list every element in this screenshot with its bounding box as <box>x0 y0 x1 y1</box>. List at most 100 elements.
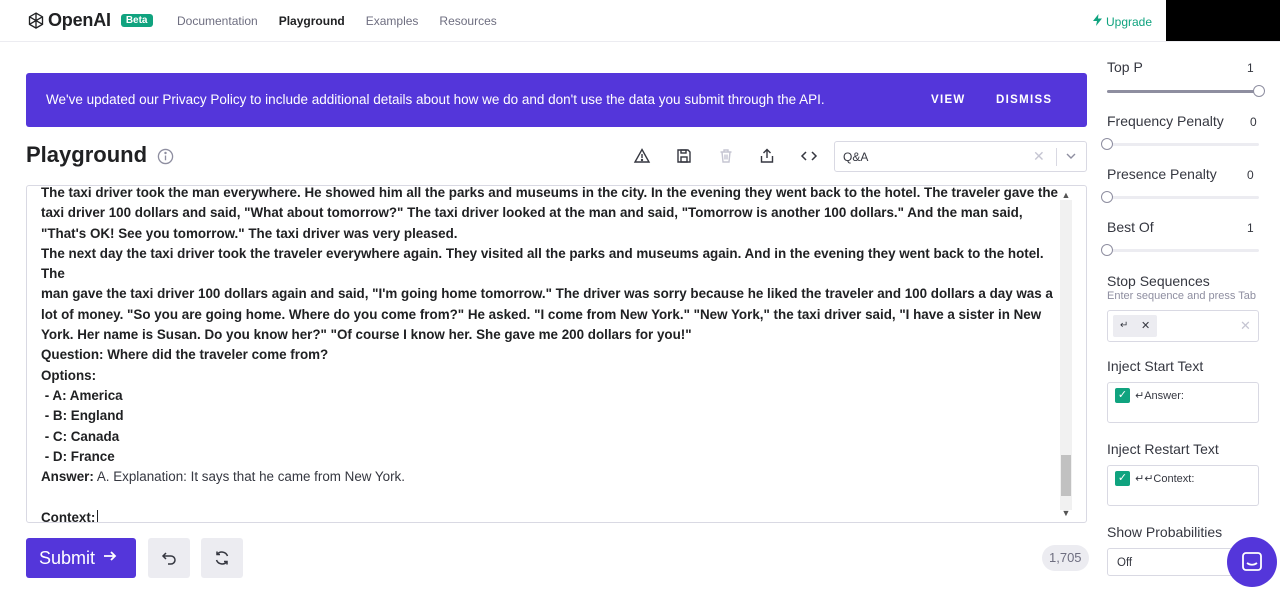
chip-remove-icon[interactable]: ✕ <box>1141 319 1150 332</box>
submit-label: Submit <box>39 547 96 568</box>
text-cursor <box>97 509 99 522</box>
chevron-down-icon[interactable] <box>1065 149 1077 167</box>
editor-scrollbar[interactable]: ▲ ▼ <box>1060 190 1072 518</box>
clear-icon[interactable]: ✕ <box>1033 148 1045 165</box>
frequency-penalty-label: Frequency Penalty <box>1107 113 1224 129</box>
best-of-slider[interactable] <box>1101 244 1259 256</box>
brand-name: OpenAI <box>48 10 111 30</box>
answer-line: Answer: A. Explanation: It says that he … <box>41 467 1061 487</box>
top-p-slider[interactable] <box>1107 85 1265 97</box>
show-probabilities-value: Off <box>1117 557 1133 569</box>
warning-icon[interactable] <box>633 147 651 165</box>
best-of-label: Best Of <box>1107 219 1154 235</box>
inject-restart-field[interactable]: ✓ ↵↵Context: <box>1107 465 1259 506</box>
inject-restart-label: Inject Restart Text <box>1107 441 1219 457</box>
presence-penalty-label: Presence Penalty <box>1107 166 1217 182</box>
banner-dismiss-button[interactable]: DISMISS <box>996 94 1052 106</box>
top-p-slider-fill <box>1107 90 1259 93</box>
stop-sequences-hint: Enter sequence and press Tab <box>1107 290 1257 302</box>
nav-link-playground[interactable]: Playground <box>279 14 345 28</box>
beta-badge: Beta <box>120 14 153 27</box>
bolt-icon <box>1093 14 1102 29</box>
scroll-up-icon[interactable]: ▲ <box>1060 190 1072 200</box>
nav-link-resources[interactable]: Resources <box>439 14 496 28</box>
refresh-icon <box>215 551 229 565</box>
prompt-line: - A: America <box>41 387 123 403</box>
account-menu[interactable] <box>1166 0 1280 41</box>
answer-label: Answer: <box>41 469 94 485</box>
prompt-line: "That's OK! See you tomorrow." The taxi … <box>41 225 458 241</box>
context-label: Context: <box>41 509 96 523</box>
privacy-banner: We've updated our Privacy Policy to incl… <box>26 73 1087 127</box>
presence-penalty-slider-knob[interactable] <box>1101 191 1113 203</box>
preset-select[interactable]: Q&A ✕ <box>834 141 1087 172</box>
openai-logo-icon <box>28 11 44 29</box>
prompt-line: Question: Where did the traveler come fr… <box>41 347 329 363</box>
prompt-line: The taxi driver took the man everywhere.… <box>41 185 1058 200</box>
frequency-penalty-slider[interactable] <box>1101 138 1259 150</box>
prompt-text[interactable]: The taxi driver took the man everywhere.… <box>41 186 1061 523</box>
prompt-line: man gave the taxi driver 100 dollars aga… <box>41 286 1053 302</box>
chip-label: ↵ <box>1120 320 1129 331</box>
upgrade-label: Upgrade <box>1106 14 1153 29</box>
upgrade-link[interactable]: Upgrade <box>1093 14 1152 29</box>
share-icon[interactable] <box>758 147 776 165</box>
best-of-value[interactable]: 1 <box>1247 221 1254 235</box>
prompt-line: - D: France <box>41 448 115 464</box>
banner-text: We've updated our Privacy Policy to incl… <box>46 92 825 107</box>
preset-divider <box>1056 148 1057 166</box>
top-p-slider-knob[interactable] <box>1253 85 1265 97</box>
preset-value: Q&A <box>843 150 869 164</box>
inject-restart-checkbox[interactable]: ✓ <box>1115 471 1130 486</box>
top-nav: OpenAI Beta Documentation Playground Exa… <box>0 0 1280 42</box>
inject-start-label: Inject Start Text <box>1107 358 1204 374</box>
stop-sequences-label: Stop Sequences <box>1107 273 1210 289</box>
inject-start-value[interactable]: ↵Answer: <box>1135 389 1184 402</box>
prompt-line: York. Her name is Susan. Do you know her… <box>41 327 692 343</box>
prompt-line: - B: England <box>41 408 124 424</box>
inject-start-field[interactable]: ✓ ↵Answer: <box>1107 382 1259 423</box>
trash-icon[interactable] <box>717 147 735 165</box>
best-of-slider-knob[interactable] <box>1101 244 1113 256</box>
scroll-down-icon[interactable]: ▼ <box>1060 508 1072 518</box>
banner-view-button[interactable]: VIEW <box>931 94 966 106</box>
scrollbar-thumb[interactable] <box>1061 455 1071 496</box>
regenerate-button[interactable] <box>201 538 243 578</box>
top-p-label: Top P <box>1107 59 1143 75</box>
generated-answer: A. Explanation: It says that he came fro… <box>93 469 405 485</box>
inject-start-checkbox[interactable]: ✓ <box>1115 388 1130 403</box>
context-line: Context: <box>41 508 1061 523</box>
stop-sequences-input[interactable]: ↵ ✕ ✕ <box>1107 310 1259 342</box>
page-title: Playground <box>26 142 148 167</box>
top-p-value[interactable]: 1 <box>1247 61 1254 75</box>
frequency-penalty-slider-knob[interactable] <box>1101 138 1113 150</box>
prompt-line: The next day the taxi driver took the tr… <box>41 245 1048 282</box>
prompt-line: Options: <box>41 367 97 383</box>
prompt-line: taxi driver 100 dollars and said, "What … <box>41 205 1023 221</box>
presence-penalty-slider[interactable] <box>1101 191 1259 203</box>
chat-icon <box>1242 552 1262 571</box>
nav-link-examples[interactable]: Examples <box>366 14 419 28</box>
save-icon[interactable] <box>675 147 693 165</box>
inject-restart-value[interactable]: ↵↵Context: <box>1135 472 1194 485</box>
undo-button[interactable] <box>148 538 190 578</box>
frequency-penalty-value[interactable]: 0 <box>1250 115 1257 129</box>
code-icon[interactable] <box>800 147 818 165</box>
presence-penalty-value[interactable]: 0 <box>1247 168 1254 182</box>
nav-links: Documentation Playground Examples Resour… <box>177 14 497 28</box>
prompt-line: lot of money. "So you are going home. Wh… <box>41 306 1042 322</box>
nav-link-documentation[interactable]: Documentation <box>177 14 258 28</box>
prompt-editor[interactable]: The taxi driver took the man everywhere.… <box>26 185 1087 523</box>
submit-button[interactable]: Submit <box>26 538 136 578</box>
info-icon[interactable] <box>157 148 174 165</box>
undo-icon <box>161 552 176 565</box>
prompt-line: - C: Canada <box>41 428 120 444</box>
show-probabilities-label: Show Probabilities <box>1107 524 1223 540</box>
openai-logo[interactable]: OpenAI Beta <box>26 10 153 31</box>
stop-sequence-chip: ↵ ✕ <box>1113 315 1157 337</box>
token-count: 1,705 <box>1042 545 1089 571</box>
chat-launcher-button[interactable] <box>1227 537 1277 587</box>
arrow-right-icon <box>103 549 117 568</box>
clear-stop-sequences-icon[interactable]: ✕ <box>1240 318 1251 334</box>
